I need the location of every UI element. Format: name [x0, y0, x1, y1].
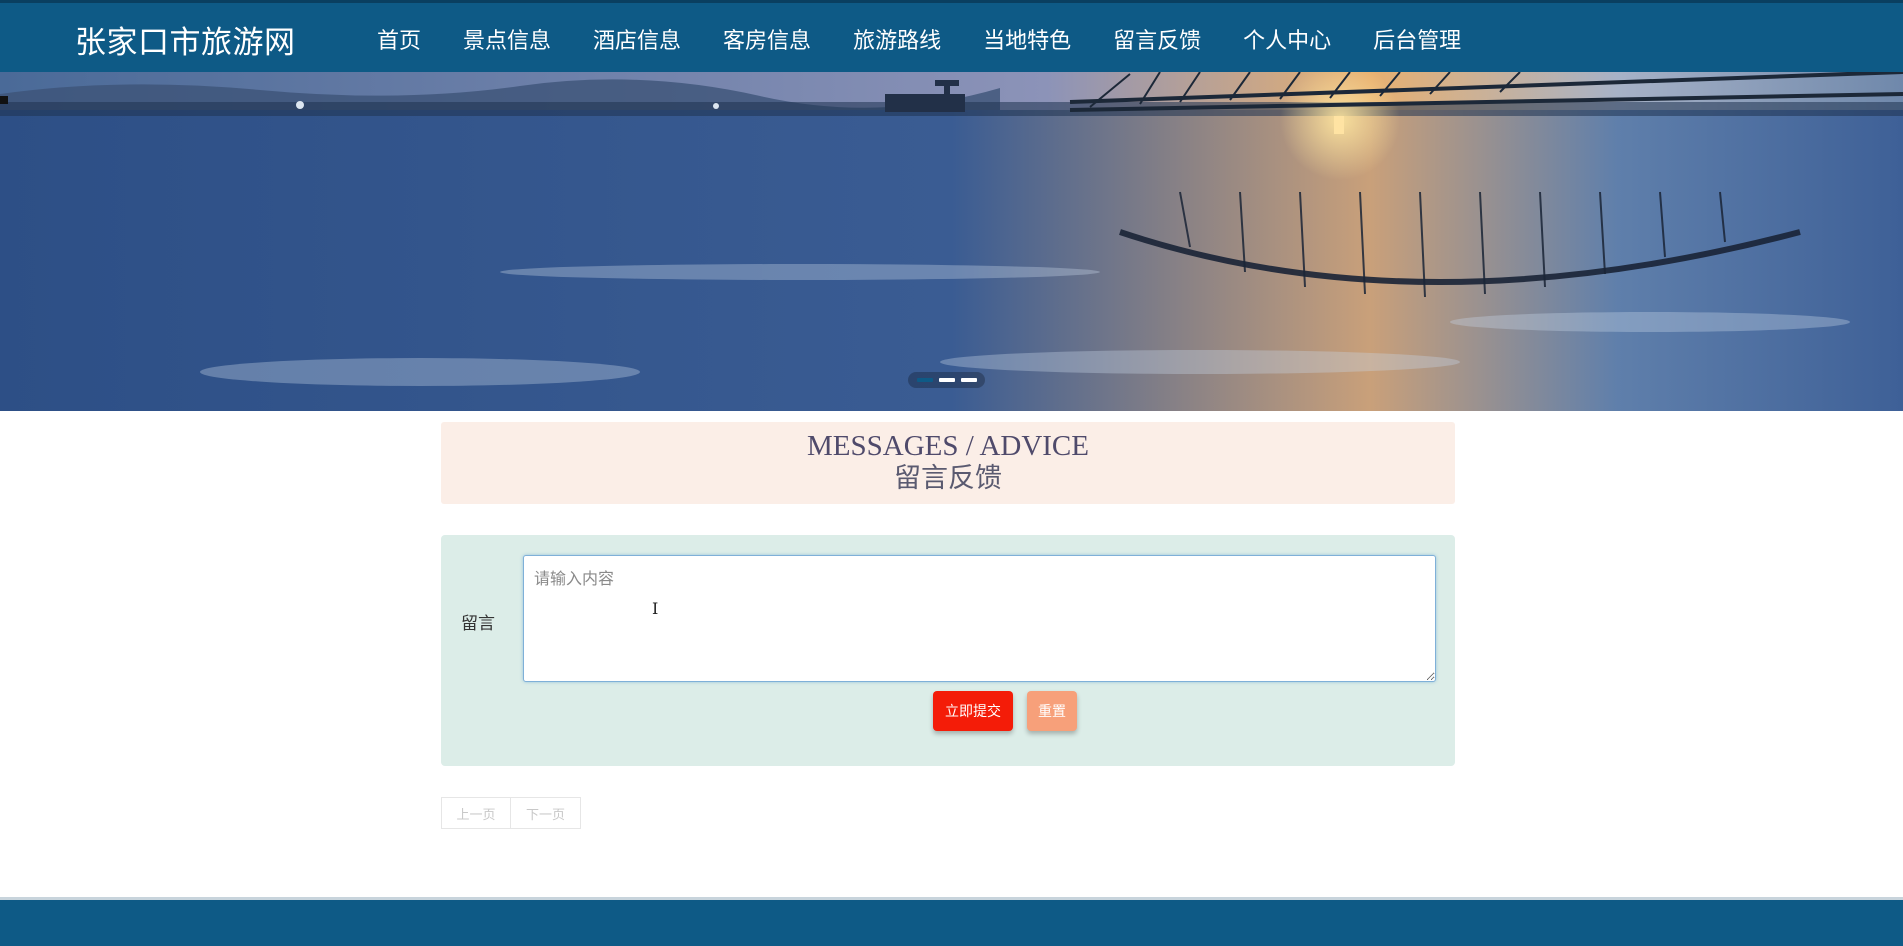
nav-item-feedback[interactable]: 留言反馈: [1092, 3, 1223, 75]
nav-item-home[interactable]: 首页: [356, 3, 442, 75]
top-navbar: 张家口市旅游网 首页 景点信息 酒店信息 客房信息 旅游路线 当地特色 留言反馈…: [0, 0, 1903, 75]
next-page-button[interactable]: 下一页: [511, 797, 581, 829]
message-label: 留言: [461, 614, 495, 633]
section-title-cn: 留言反馈: [894, 463, 1002, 494]
carousel-indicators: [908, 372, 985, 388]
message-textarea[interactable]: [523, 555, 1436, 682]
section-title: MESSAGES / ADVICE 留言反馈: [441, 422, 1455, 504]
nav-item-local-specialties[interactable]: 当地特色: [962, 3, 1092, 75]
carousel-dot-3[interactable]: [960, 378, 977, 382]
section-title-en: MESSAGES / ADVICE: [807, 430, 1089, 462]
nav-item-rooms[interactable]: 客房信息: [702, 3, 832, 75]
main-nav: 首页 景点信息 酒店信息 客房信息 旅游路线 当地特色 留言反馈 个人中心 后台…: [356, 3, 1482, 75]
reset-button[interactable]: 重置: [1027, 691, 1077, 731]
nav-item-attractions[interactable]: 景点信息: [442, 3, 572, 75]
carousel-dot-2[interactable]: [938, 378, 955, 382]
prev-page-button[interactable]: 上一页: [441, 797, 511, 829]
page-footer: [0, 897, 1903, 946]
site-brand[interactable]: 张家口市旅游网: [75, 17, 296, 62]
banner-carousel[interactable]: [0, 72, 1903, 411]
banner-image: [0, 72, 1903, 411]
carousel-dot-1[interactable]: [916, 378, 933, 382]
nav-item-personal-center[interactable]: 个人中心: [1222, 3, 1352, 75]
nav-item-admin[interactable]: 后台管理: [1352, 3, 1482, 75]
nav-item-hotels[interactable]: 酒店信息: [572, 3, 702, 75]
submit-button[interactable]: 立即提交: [933, 691, 1013, 731]
message-form: 留言 立即提交 重置: [441, 535, 1455, 766]
text-cursor-icon: I: [652, 599, 659, 618]
pagination: 上一页 下一页: [441, 797, 581, 829]
nav-item-routes[interactable]: 旅游路线: [832, 3, 962, 75]
